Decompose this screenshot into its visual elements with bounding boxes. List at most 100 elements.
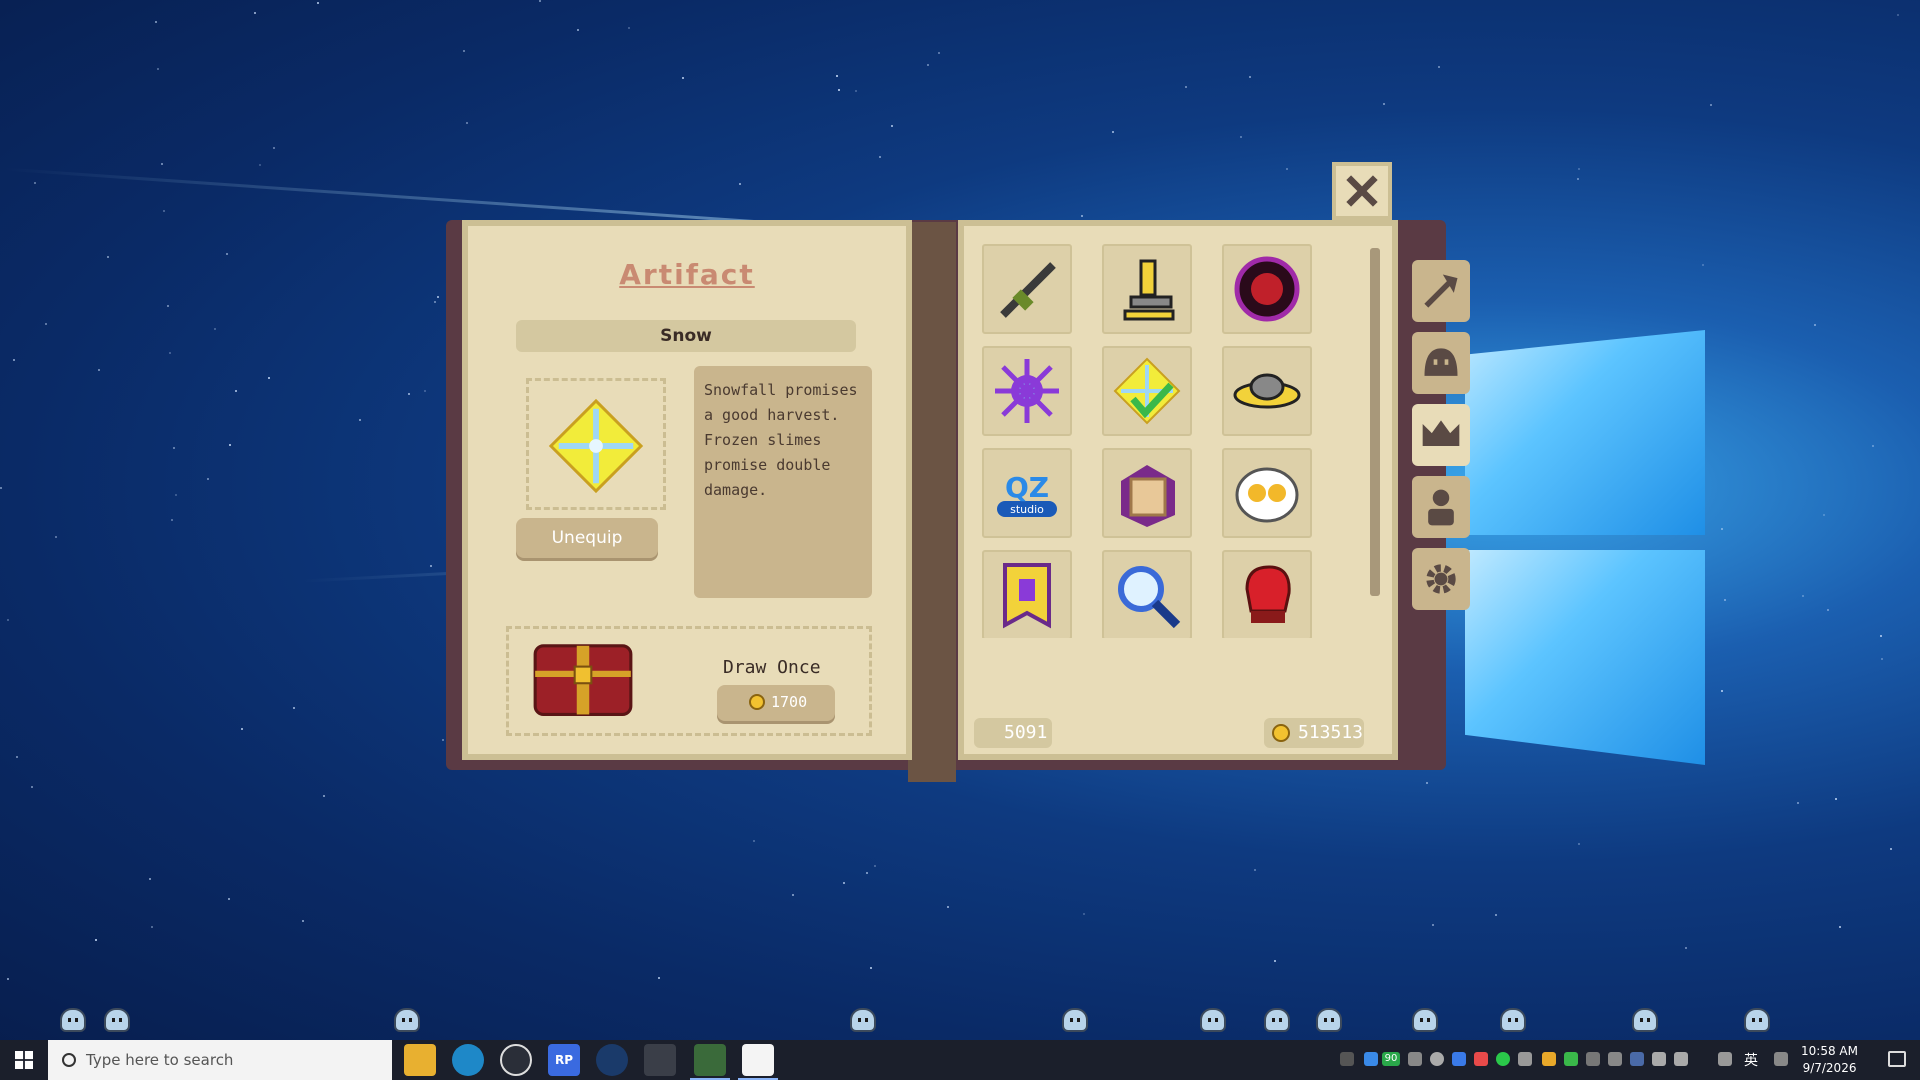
desktop-pet[interactable] — [1412, 1008, 1438, 1032]
bluetooth-icon[interactable] — [1452, 1052, 1466, 1066]
desktop-pet[interactable] — [1744, 1008, 1770, 1032]
desktop-pet[interactable] — [1316, 1008, 1342, 1032]
character-icon — [1428, 489, 1454, 526]
artifact-slot[interactable] — [982, 346, 1072, 436]
chatgpt-icon[interactable] — [500, 1044, 532, 1076]
network-icon[interactable] — [1652, 1052, 1666, 1066]
steam-icon[interactable] — [596, 1044, 628, 1076]
tray-icon[interactable] — [1518, 1052, 1532, 1066]
star — [226, 253, 228, 255]
ufo-icon — [1233, 373, 1301, 409]
desktop-pet[interactable] — [1200, 1008, 1226, 1032]
star — [55, 536, 57, 538]
side-tab[interactable] — [1412, 332, 1470, 394]
tray-icon[interactable] — [1496, 1052, 1510, 1066]
pen-icon[interactable] — [1718, 1052, 1732, 1066]
artifact-slot[interactable] — [982, 550, 1072, 638]
star — [577, 29, 579, 31]
star — [302, 920, 304, 922]
star — [95, 939, 97, 941]
selected-artifact-frame — [526, 378, 666, 510]
star — [891, 125, 893, 127]
scrollbar-thumb[interactable] — [1370, 248, 1380, 596]
star — [323, 795, 325, 797]
draw-once-button[interactable]: 1700 — [717, 685, 835, 721]
unequip-button[interactable]: Unequip — [516, 518, 658, 558]
desktop-pet[interactable] — [1062, 1008, 1088, 1032]
star — [34, 182, 36, 184]
steam-tray-icon[interactable] — [1630, 1052, 1644, 1066]
artifact-slot[interactable] — [1222, 346, 1312, 436]
start-button[interactable] — [0, 1040, 48, 1080]
fried-egg-icon — [1235, 467, 1299, 523]
artifact-slot[interactable] — [1222, 550, 1312, 638]
tray-icon[interactable] — [1340, 1052, 1354, 1066]
artifact-slot[interactable] — [1102, 550, 1192, 638]
unity-icon[interactable] — [644, 1044, 676, 1076]
file-explorer-icon[interactable] — [404, 1044, 436, 1076]
game-app-icon[interactable] — [694, 1044, 726, 1076]
search-placeholder: Type here to search — [86, 1051, 234, 1069]
qz-studio-logo-icon: QZstudio — [997, 471, 1057, 517]
desktop-pet[interactable] — [104, 1008, 130, 1032]
keyboard-icon[interactable] — [1774, 1052, 1788, 1066]
side-tab[interactable] — [1412, 548, 1470, 610]
star — [293, 707, 295, 709]
side-tab[interactable] — [1412, 260, 1470, 322]
star — [214, 328, 216, 330]
tray-icon[interactable] — [1364, 1052, 1378, 1066]
nvidia-icon[interactable] — [1564, 1052, 1578, 1066]
cake-slice-icon — [1121, 465, 1175, 527]
star — [866, 872, 868, 874]
ime-indicator[interactable]: 英 — [1744, 1050, 1758, 1070]
star — [1814, 324, 1816, 326]
star — [1827, 609, 1829, 611]
close-button[interactable] — [1332, 162, 1392, 220]
taskbar-search[interactable]: Type here to search — [48, 1040, 392, 1080]
crown-icon — [1422, 420, 1460, 446]
star — [1721, 690, 1723, 692]
artifact-slot[interactable] — [1222, 448, 1312, 538]
desktop-pet[interactable] — [60, 1008, 86, 1032]
chevron-left-icon[interactable] — [1586, 1052, 1600, 1066]
shield-icon[interactable] — [1542, 1052, 1556, 1066]
rp-app-icon[interactable]: RP — [548, 1044, 580, 1076]
artifact-slot[interactable] — [982, 244, 1072, 334]
artifact-slot[interactable] — [1102, 346, 1192, 436]
artifact-slot[interactable] — [1102, 244, 1192, 334]
star — [173, 447, 175, 449]
desktop-pet[interactable] — [394, 1008, 420, 1032]
star — [157, 68, 159, 70]
side-tab[interactable] — [1412, 476, 1470, 538]
star — [31, 786, 33, 788]
artifact-slot[interactable] — [1222, 244, 1312, 334]
star — [1495, 914, 1497, 916]
side-tab[interactable] — [1412, 404, 1470, 466]
brightness-icon[interactable] — [1430, 1052, 1444, 1066]
star — [151, 926, 153, 928]
desktop-pet[interactable] — [1264, 1008, 1290, 1032]
desktop-pet[interactable] — [1632, 1008, 1658, 1032]
tray-icon[interactable] — [1474, 1052, 1488, 1066]
coin-amount: 513513 — [1298, 722, 1364, 743]
desktop-pet[interactable] — [850, 1008, 876, 1032]
star — [463, 50, 465, 52]
clock[interactable]: 10:58 AM 9/7/2026 — [1801, 1043, 1858, 1077]
volume-icon[interactable] — [1674, 1052, 1688, 1066]
artifact-slot[interactable]: QZ studio — [982, 448, 1072, 538]
qq-icon[interactable] — [742, 1044, 774, 1076]
desktop-pet[interactable] — [1500, 1008, 1526, 1032]
tray-counter[interactable]: 90 — [1382, 1052, 1400, 1066]
star — [838, 89, 840, 91]
notifications-icon[interactable] — [1888, 1051, 1906, 1067]
star — [259, 164, 261, 166]
star — [843, 882, 845, 884]
star — [229, 444, 231, 446]
artifact-slot[interactable] — [1102, 448, 1192, 538]
scrollbar-track[interactable] — [1370, 248, 1380, 596]
edge-browser-icon[interactable] — [452, 1044, 484, 1076]
star — [1881, 658, 1883, 660]
tray-icon[interactable] — [1408, 1052, 1422, 1066]
tray-icon[interactable] — [1608, 1052, 1622, 1066]
star — [1897, 14, 1899, 16]
